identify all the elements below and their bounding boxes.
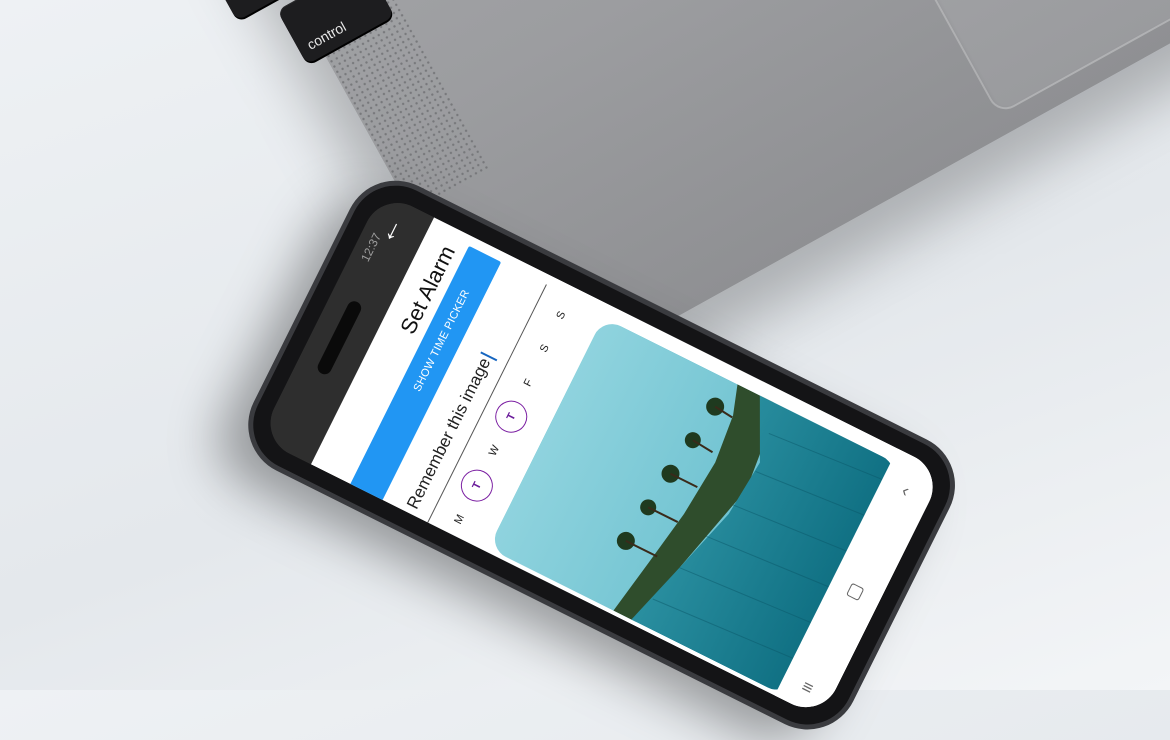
day-sunday[interactable]: S	[542, 295, 582, 335]
status-time: 12:37	[358, 230, 385, 264]
recents-icon[interactable]: ≡	[789, 669, 827, 707]
day-tuesday[interactable]: T	[455, 463, 499, 507]
trackpad[interactable]	[853, 0, 1170, 116]
day-thursday[interactable]: T	[489, 395, 533, 439]
day-monday[interactable]: M	[440, 499, 480, 539]
day-saturday[interactable]: S	[525, 329, 565, 369]
home-icon[interactable]: ▢	[837, 572, 875, 610]
chevron-left-icon[interactable]: ‹	[887, 472, 925, 510]
camera-cutout	[315, 298, 364, 377]
day-friday[interactable]: F	[508, 362, 548, 402]
day-wednesday[interactable]: W	[474, 431, 514, 471]
